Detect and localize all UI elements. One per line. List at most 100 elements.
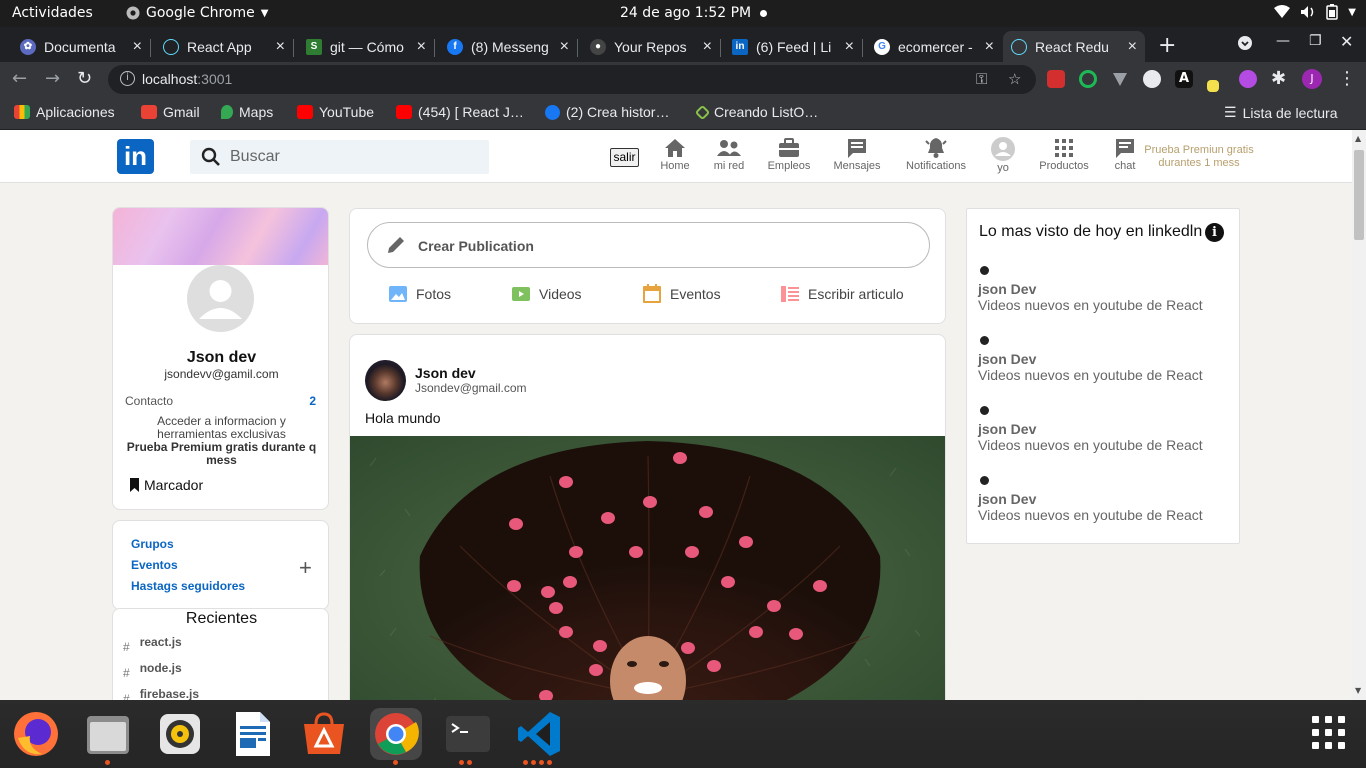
address-bar[interactable]: i localhost:3001 ⚿ ☆	[108, 65, 1036, 94]
extension-icon[interactable]	[1079, 70, 1097, 88]
bookmark-youtube-react[interactable]: (454) [ React J…	[396, 104, 524, 120]
hashtag-icon: #	[123, 640, 130, 654]
software-icon[interactable]	[298, 708, 350, 760]
tab-github[interactable]: ● Your Repos ×	[582, 31, 720, 62]
bookmark-listo[interactable]: Creando ListO…	[694, 104, 818, 120]
scroll-down-arrow[interactable]: ▼	[1355, 686, 1361, 695]
minimize-button[interactable]: —	[1276, 33, 1290, 49]
forward-button[interactable]: →	[45, 68, 60, 89]
tab-documentation[interactable]: ✿ Documenta ×	[12, 31, 150, 62]
close-icon[interactable]: ×	[276, 38, 285, 56]
extension-icon[interactable]: A	[1175, 70, 1193, 88]
linkedin-logo[interactable]: in	[117, 139, 154, 174]
dock	[0, 700, 1366, 768]
write-article-button[interactable]: Escribir articulo	[780, 284, 904, 304]
post-image[interactable]	[350, 436, 945, 700]
back-button[interactable]: ←	[12, 68, 27, 89]
tab-react-redux[interactable]: React Redu ×	[1003, 31, 1145, 62]
bookmark-link[interactable]: Marcador	[129, 477, 203, 493]
profile-name[interactable]: Json dev	[113, 349, 328, 367]
tab-search-icon[interactable]	[1237, 35, 1253, 55]
tab-react-app[interactable]: React App ×	[155, 31, 293, 62]
close-icon[interactable]: ×	[560, 38, 569, 56]
recent-item[interactable]: # react.js	[123, 635, 182, 654]
extensions-puzzle-icon[interactable]: ✱	[1271, 68, 1286, 89]
post-author-name[interactable]: Json dev	[415, 365, 476, 381]
trending-item[interactable]: json Dev Videos nuevos en youtube de Rea…	[978, 476, 1228, 523]
url-text: localhost:3001	[142, 71, 233, 87]
bookmark-youtube[interactable]: YouTube	[297, 104, 374, 120]
writer-icon[interactable]	[226, 708, 278, 760]
tab-linkedin-feed[interactable]: in (6) Feed | Li ×	[724, 31, 862, 62]
extension-icon[interactable]	[1207, 80, 1219, 92]
events-link[interactable]: Eventos	[131, 558, 178, 572]
trending-item[interactable]: json Dev Videos nuevos en youtube de Rea…	[978, 266, 1228, 313]
trending-card: Lo mas visto de hoy en linkedln i json D…	[966, 208, 1240, 544]
tab-separator	[720, 39, 721, 57]
tab-git[interactable]: S git — Cómo ×	[298, 31, 434, 62]
scroll-up-arrow[interactable]: ▲	[1355, 134, 1361, 143]
reading-list[interactable]: ☰ Lista de lectura	[1224, 104, 1338, 121]
bookmark-maps[interactable]: Maps	[221, 104, 273, 120]
star-icon[interactable]: ☆	[1008, 70, 1021, 88]
page-scrollbar[interactable]: ▲ ▼	[1352, 130, 1366, 700]
videos-button[interactable]: Videos	[511, 284, 582, 304]
avatar[interactable]	[187, 265, 254, 332]
photos-button[interactable]: Fotos	[388, 284, 451, 304]
vscode-icon[interactable]	[514, 708, 566, 760]
firefox-icon[interactable]	[10, 708, 62, 760]
nav-messages[interactable]: Mensajes	[817, 137, 897, 172]
events-button[interactable]: Eventos	[642, 284, 721, 304]
extension-icon[interactable]	[1143, 70, 1161, 88]
info-icon[interactable]: i	[1205, 223, 1224, 242]
system-tray[interactable]: ▼	[1274, 4, 1356, 20]
show-applications-button[interactable]	[1312, 716, 1346, 750]
tab-title: (6) Feed | Li	[756, 38, 832, 55]
files-icon[interactable]	[82, 708, 134, 760]
new-tab-button[interactable]: +	[1158, 33, 1176, 58]
extension-icon[interactable]	[1047, 70, 1065, 88]
close-window-button[interactable]: ✕	[1340, 32, 1353, 51]
contact-label[interactable]: Contacto	[125, 394, 173, 408]
create-post-input[interactable]: Crear Publication	[367, 222, 930, 268]
close-icon[interactable]: ×	[985, 38, 994, 56]
search-input[interactable]	[230, 146, 470, 168]
extension-icon[interactable]	[1239, 70, 1257, 88]
recent-item[interactable]: # node.js	[123, 661, 182, 680]
recent-item[interactable]: # firebase.js	[123, 687, 199, 700]
contact-count[interactable]: 2	[309, 394, 316, 408]
terminal-icon[interactable]	[442, 708, 494, 760]
profile-avatar[interactable]: J	[1302, 69, 1322, 89]
close-icon[interactable]: ×	[845, 38, 854, 56]
key-icon[interactable]: ⚿	[976, 70, 987, 88]
groups-link[interactable]: Grupos	[131, 537, 174, 551]
extension-icon[interactable]	[1111, 70, 1129, 88]
premium-trial-link[interactable]: Prueba Premium gratis durante q mess	[125, 441, 318, 467]
bookmark-gmail[interactable]: Gmail	[141, 104, 200, 120]
close-icon[interactable]: ×	[417, 38, 426, 56]
bookmark-apps[interactable]: Aplicaciones	[14, 104, 115, 120]
close-icon[interactable]: ×	[1128, 38, 1137, 56]
post-author-avatar[interactable]	[365, 360, 406, 401]
scroll-thumb[interactable]	[1354, 150, 1364, 240]
tab-messenger[interactable]: f (8) Messeng ×	[439, 31, 577, 62]
trending-item[interactable]: json Dev Videos nuevos en youtube de Rea…	[978, 336, 1228, 383]
tab-ecomercer[interactable]: G ecomercer - ×	[866, 31, 1002, 62]
activities-button[interactable]: Actividades	[12, 5, 93, 21]
rhythmbox-icon[interactable]	[154, 708, 206, 760]
premium-link[interactable]: Prueba Premiun gratis durantes 1 mess	[1138, 144, 1260, 170]
app-menu[interactable]: Google Chrome ▼	[126, 5, 268, 21]
bookmark-facebook[interactable]: (2) Crea histor…	[545, 104, 669, 120]
hashtags-link[interactable]: Hastags seguidores	[131, 579, 245, 593]
add-icon[interactable]: +	[299, 555, 312, 581]
site-info-icon[interactable]: i	[120, 71, 135, 86]
menu-kebab-icon[interactable]: ⋮	[1338, 68, 1356, 89]
reload-button[interactable]: ↻	[77, 68, 92, 89]
maximize-button[interactable]: ❐	[1309, 33, 1322, 49]
close-icon[interactable]: ×	[133, 38, 142, 56]
trending-item[interactable]: json Dev Videos nuevos en youtube de Rea…	[978, 406, 1228, 453]
close-icon[interactable]: ×	[703, 38, 712, 56]
search-bar[interactable]	[190, 140, 489, 174]
chrome-icon[interactable]	[370, 708, 422, 760]
clock[interactable]: 24 de ago 1:52 PM	[620, 5, 751, 21]
